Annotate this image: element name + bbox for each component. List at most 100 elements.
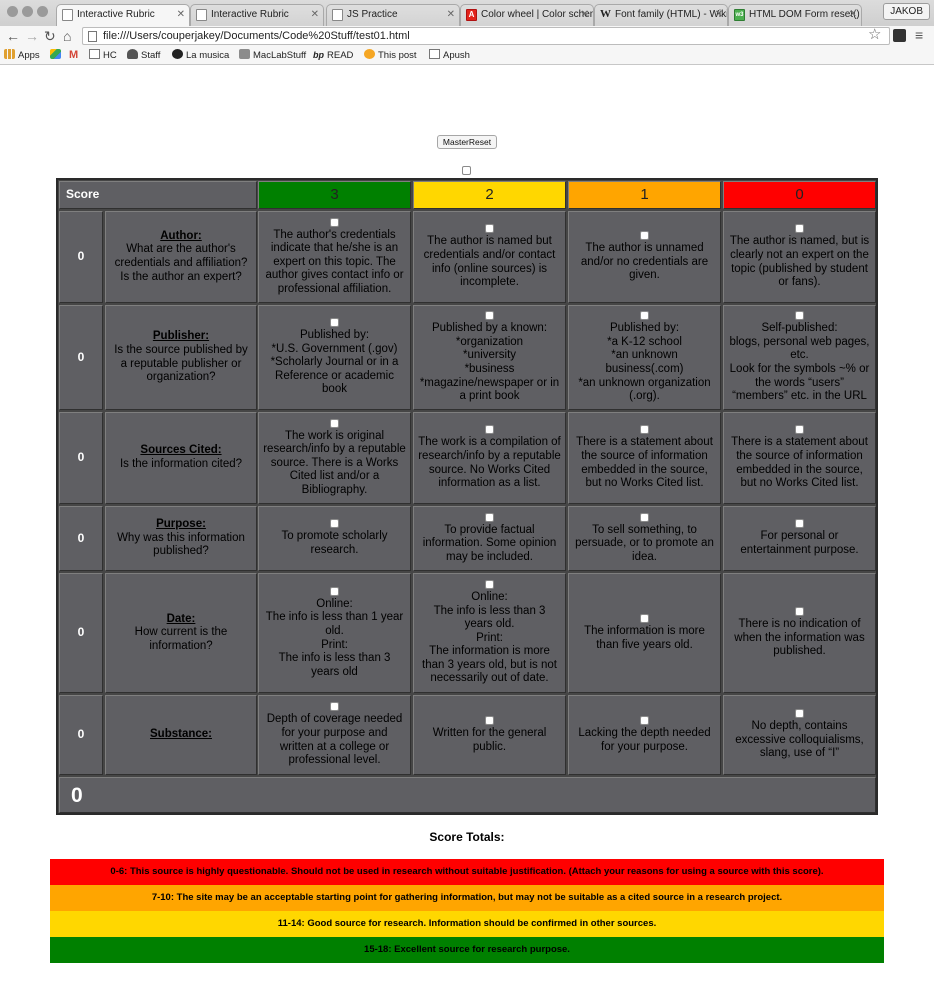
window-minimize-icon[interactable]: [22, 6, 33, 17]
cell-text: There is a statement about the source of…: [576, 436, 713, 490]
score-band-15-18: 15-18: Excellent source for research pur…: [50, 937, 884, 963]
total-score: 0: [59, 777, 876, 813]
spotify-icon: [172, 49, 183, 59]
tab-interactive-rubric-2[interactable]: Interactive Rubric ✕: [190, 4, 324, 26]
master-checkbox[interactable]: [462, 166, 471, 175]
score-checkbox[interactable]: [485, 224, 494, 234]
reload-icon[interactable]: ↻: [44, 27, 56, 45]
bookmark-this-post[interactable]: This post: [364, 46, 417, 65]
cell-text: No depth, contains excessive colloquiali…: [735, 720, 864, 760]
cell-text: Self-published: blogs, personal web page…: [729, 322, 870, 403]
score-checkbox[interactable]: [795, 519, 804, 529]
bookmark-star-icon[interactable]: ☆: [868, 26, 881, 44]
tab-close-icon[interactable]: ✕: [447, 5, 455, 25]
rubric-table: Score 3 2 1 0 0 Author: What are the aut…: [56, 178, 878, 815]
rubric-cell-substance-3: Depth of coverage needed for your purpos…: [258, 695, 411, 775]
score-checkbox[interactable]: [640, 311, 649, 321]
gmail-icon[interactable]: M: [69, 46, 78, 65]
score-checkbox[interactable]: [795, 425, 804, 435]
bookmarks-bar: Apps M HC Staff La musica MacLabStuff bp…: [0, 46, 934, 65]
profile-button[interactable]: JAKOB: [883, 3, 930, 20]
bookmark-read[interactable]: bp READ: [313, 46, 353, 65]
window-zoom-icon[interactable]: [37, 6, 48, 17]
score-checkbox[interactable]: [330, 418, 339, 428]
criterion-title: Sources Cited:: [140, 444, 222, 457]
page-icon: [62, 9, 73, 21]
bookmark-label: HC: [103, 50, 117, 61]
bookmark-maclabstuff[interactable]: MacLabStuff: [239, 46, 306, 65]
tab-close-icon[interactable]: ✕: [311, 5, 319, 25]
cell-text: For personal or entertainment purpose.: [740, 530, 859, 556]
rubric-cell-date-3: Online: The info is less than 1 year old…: [258, 573, 411, 693]
score-checkbox[interactable]: [640, 512, 649, 522]
rubric-cell-substance-0: No depth, contains excessive colloquiali…: [723, 695, 876, 775]
extension-icon[interactable]: [893, 29, 906, 42]
score-checkbox[interactable]: [485, 311, 494, 321]
cell-text: Published by: *a K-12 school *an unknown…: [578, 322, 711, 403]
tab-title: JS Practice: [347, 9, 398, 20]
tab-html-dom-form-reset[interactable]: w3 HTML DOM Form reset() M ✕: [728, 4, 862, 26]
home-icon[interactable]: ⌂: [63, 27, 71, 45]
score-checkbox[interactable]: [485, 425, 494, 435]
criterion-sources-cited: Sources Cited: Is the information cited?: [105, 412, 257, 504]
bookmark-staff[interactable]: Staff: [127, 46, 160, 65]
level-header-0: 0: [723, 181, 876, 209]
score-checkbox[interactable]: [330, 702, 339, 712]
back-arrow-icon[interactable]: ←: [6, 27, 20, 45]
master-reset-button[interactable]: MasterReset: [437, 135, 497, 149]
score-checkbox[interactable]: [640, 715, 649, 725]
row-score-date: 0: [59, 573, 103, 693]
criterion-author: Author: What are the author's credential…: [105, 211, 257, 303]
score-checkbox[interactable]: [795, 607, 804, 617]
score-checkbox[interactable]: [330, 318, 339, 328]
tab-close-icon[interactable]: ✕: [849, 5, 857, 25]
criterion-title: Author:: [160, 229, 202, 242]
rubric-cell-sources-cited-0: There is a statement about the source of…: [723, 412, 876, 504]
criterion-question: What are the author's credentials and af…: [114, 243, 248, 283]
score-checkbox[interactable]: [795, 311, 804, 321]
bookmark-la-musica[interactable]: La musica: [172, 46, 229, 65]
criterion-title: Date:: [166, 612, 196, 625]
score-checkbox[interactable]: [640, 231, 649, 241]
criterion-question: Is the source published by a reputable p…: [114, 343, 248, 384]
bookmark-label: La musica: [186, 50, 230, 61]
folder-icon: [239, 49, 250, 59]
tab-js-practice[interactable]: JS Practice ✕: [326, 4, 460, 26]
score-checkbox[interactable]: [795, 224, 804, 234]
criterion-substance: Substance:: [105, 695, 257, 775]
staff-icon: [127, 49, 138, 59]
rubric-cell-date-0: There is no indication of when the infor…: [723, 573, 876, 693]
page-icon: [196, 9, 207, 21]
score-checkbox[interactable]: [330, 586, 339, 596]
bookmark-hc[interactable]: HC: [89, 46, 117, 65]
tab-close-icon[interactable]: ✕: [177, 5, 185, 25]
tab-color-wheel[interactable]: A Color wheel | Color schem ✕: [460, 4, 594, 26]
score-checkbox[interactable]: [795, 709, 804, 719]
window-close-icon[interactable]: [7, 6, 18, 17]
bookmark-drive[interactable]: [50, 46, 64, 65]
score-checkbox[interactable]: [640, 425, 649, 435]
criterion-title: Purpose:: [156, 518, 206, 531]
tab-font-family[interactable]: W Font family (HTML) - Wiki ✕: [594, 4, 728, 26]
score-checkbox[interactable]: [640, 613, 649, 623]
google-drive-icon: [50, 49, 61, 59]
score-checkbox[interactable]: [485, 579, 494, 589]
url-text: file:///Users/couperjakey/Documents/Code…: [103, 30, 410, 42]
bookmark-apps[interactable]: Apps: [4, 46, 40, 65]
tab-interactive-rubric-1[interactable]: Interactive Rubric ✕: [56, 4, 190, 26]
bookmark-apush[interactable]: Apush: [429, 46, 470, 65]
menu-icon[interactable]: ≡: [915, 26, 923, 44]
score-checkbox[interactable]: [330, 519, 339, 529]
tab-close-icon[interactable]: ✕: [715, 5, 723, 25]
forward-arrow-icon[interactable]: →: [25, 27, 39, 45]
rubric-cell-substance-1: Lacking the depth needed for your purpos…: [568, 695, 721, 775]
w3schools-icon: w3: [734, 9, 745, 21]
score-checkbox[interactable]: [330, 217, 339, 227]
score-checkbox[interactable]: [485, 715, 494, 725]
cell-text: Lacking the depth needed for your purpos…: [578, 726, 711, 753]
cell-text: Depth of coverage needed for your purpos…: [266, 713, 403, 767]
address-bar[interactable]: file:///Users/couperjakey/Documents/Code…: [82, 27, 890, 45]
tab-close-icon[interactable]: ✕: [581, 5, 589, 25]
score-checkbox[interactable]: [485, 512, 494, 522]
cell-text: Written for the general public.: [432, 726, 547, 753]
